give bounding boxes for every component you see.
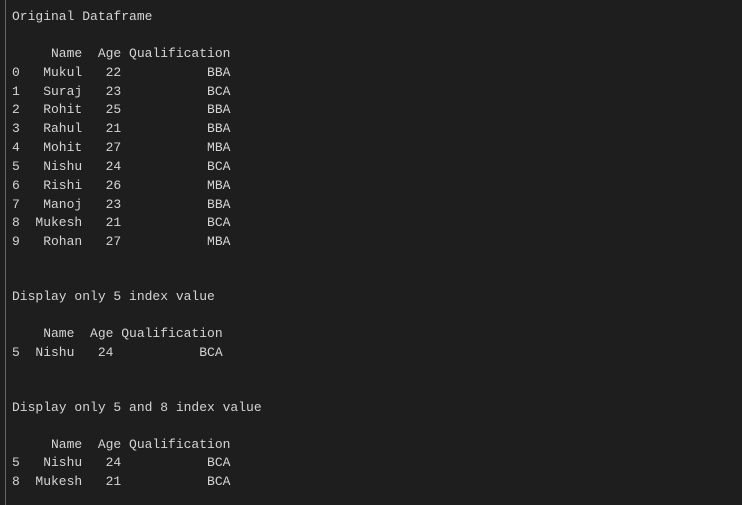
section3-title: Display only 5 and 8 index value <box>12 399 742 418</box>
spacer <box>12 252 742 270</box>
section2-table: Name Age Qualification 5 Nishu 24 BCA <box>12 325 742 363</box>
section1-title: Original Dataframe <box>12 8 742 27</box>
spacer <box>12 418 742 436</box>
spacer <box>12 307 742 325</box>
gutter-line <box>5 0 6 505</box>
section1-table: Name Age Qualification 0 Mukul 22 BBA 1 … <box>12 45 742 252</box>
spacer <box>12 270 742 288</box>
spacer <box>12 381 742 399</box>
spacer <box>12 363 742 381</box>
spacer <box>12 27 742 45</box>
section3-table: Name Age Qualification 5 Nishu 24 BCA 8 … <box>12 436 742 493</box>
section2-title: Display only 5 index value <box>12 288 742 307</box>
